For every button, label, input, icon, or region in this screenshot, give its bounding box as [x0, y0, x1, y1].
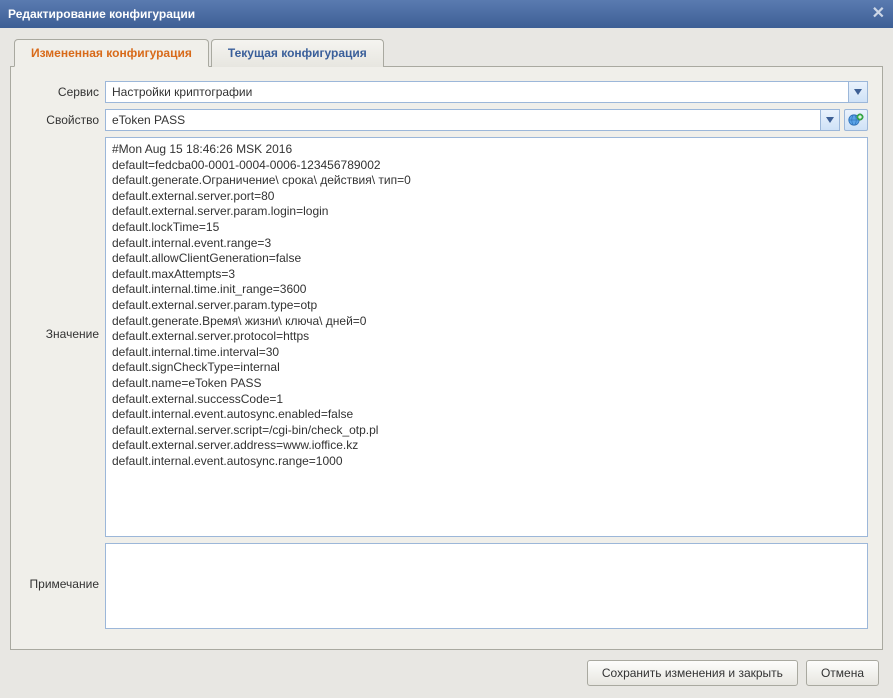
window-body: Измененная конфигурация Текущая конфигур…	[0, 28, 893, 650]
row-value: Значение	[25, 137, 868, 537]
row-service: Сервис	[25, 81, 868, 103]
globe-plus-icon	[848, 113, 864, 127]
label-value: Значение	[25, 327, 105, 341]
field-property	[105, 109, 868, 131]
label-property: Свойство	[25, 113, 105, 127]
tab-changed-config[interactable]: Измененная конфигурация	[14, 39, 209, 67]
label-service: Сервис	[25, 85, 105, 99]
property-input[interactable]	[105, 109, 820, 131]
value-textarea[interactable]	[105, 137, 868, 537]
cancel-button[interactable]: Отмена	[806, 660, 879, 686]
tab-label: Измененная конфигурация	[31, 46, 192, 60]
property-combo[interactable]	[105, 109, 840, 131]
property-dropdown-button[interactable]	[820, 109, 840, 131]
close-icon[interactable]: ✕	[872, 6, 885, 22]
row-property: Свойство	[25, 109, 868, 131]
footer: Сохранить изменения и закрыть Отмена	[0, 650, 893, 698]
service-dropdown-button[interactable]	[848, 81, 868, 103]
save-button[interactable]: Сохранить изменения и закрыть	[587, 660, 798, 686]
chevron-down-icon	[826, 117, 834, 123]
tab-label: Текущая конфигурация	[228, 46, 367, 60]
label-note: Примечание	[25, 577, 105, 591]
tabstrip: Измененная конфигурация Текущая конфигур…	[10, 39, 883, 67]
tab-current-config[interactable]: Текущая конфигурация	[211, 39, 384, 67]
service-combo[interactable]	[105, 81, 868, 103]
field-service	[105, 81, 868, 103]
add-property-button[interactable]	[844, 109, 868, 131]
chevron-down-icon	[854, 89, 862, 95]
service-input[interactable]	[105, 81, 848, 103]
titlebar: Редактирование конфигурации ✕	[0, 0, 893, 28]
window-title: Редактирование конфигурации	[8, 7, 195, 21]
row-note: Примечание	[25, 543, 868, 633]
form-panel: Сервис Свойство	[10, 66, 883, 650]
note-textarea[interactable]	[105, 543, 868, 629]
config-edit-window: Редактирование конфигурации ✕ Измененная…	[0, 0, 893, 698]
